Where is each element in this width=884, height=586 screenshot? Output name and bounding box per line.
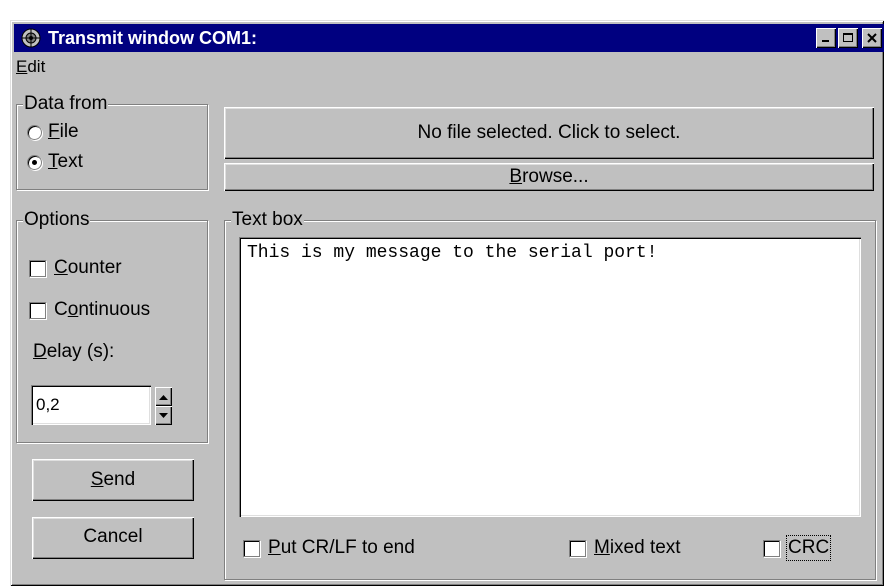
- title-bar[interactable]: Transmit window COM1:: [14, 24, 884, 52]
- mixed-text-checkbox-box: [569, 539, 586, 557]
- cancel-button[interactable]: Cancel: [32, 517, 194, 559]
- radio-file[interactable]: File: [27, 121, 79, 143]
- crc-checkbox[interactable]: CRC: [763, 535, 832, 561]
- browse-label: Browse...: [509, 166, 589, 187]
- counter-label: Counter: [54, 257, 122, 278]
- crc-checkbox-box: [763, 539, 780, 557]
- counter-checkbox[interactable]: Counter: [29, 257, 122, 279]
- counter-checkbox-box: [29, 259, 46, 277]
- close-icon: [867, 33, 877, 43]
- delay-value: 0,2: [36, 395, 60, 414]
- mixed-text-label: Mixed text: [594, 537, 681, 558]
- app-icon: [21, 28, 41, 48]
- crlf-label: Put CR/LF to end: [268, 537, 415, 558]
- menu-edit[interactable]: Edit: [16, 57, 45, 77]
- menu-edit-rest: dit: [27, 57, 46, 76]
- transmit-window: Transmit window COM1: Edit Data from Fil…: [10, 20, 884, 586]
- delay-input[interactable]: 0,2: [31, 385, 151, 425]
- delay-spin-up[interactable]: [155, 387, 172, 406]
- maximize-button[interactable]: [838, 28, 858, 48]
- mixed-text-checkbox[interactable]: Mixed text: [569, 537, 681, 559]
- message-text: This is my message to the serial port!: [247, 243, 658, 263]
- crlf-checkbox[interactable]: Put CR/LF to end: [243, 537, 415, 559]
- delay-spin-down[interactable]: [155, 406, 172, 425]
- textbox-legend: Text box: [231, 209, 304, 230]
- crc-label: CRC: [785, 535, 832, 561]
- chevron-down-icon: [159, 412, 168, 418]
- radio-text-label: Text: [48, 151, 83, 172]
- chevron-up-icon: [159, 394, 168, 400]
- close-button[interactable]: [862, 28, 882, 48]
- crlf-checkbox-box: [243, 539, 260, 557]
- radio-text-indicator: [27, 154, 42, 170]
- radio-file-indicator: [27, 124, 42, 140]
- continuous-label: Continuous: [54, 299, 151, 320]
- file-select-area[interactable]: No file selected. Click to select.: [224, 107, 874, 159]
- options-legend: Options: [23, 209, 91, 230]
- options-group: Options Counter Continuous Delay (s): 0,…: [16, 210, 208, 443]
- data-from-group: Data from File Text: [16, 94, 208, 190]
- radio-text[interactable]: Text: [27, 151, 83, 173]
- window-title: Transmit window COM1:: [48, 28, 258, 48]
- textbox-group: Text box This is my message to the seria…: [224, 210, 876, 580]
- file-status-text: No file selected. Click to select.: [417, 122, 681, 143]
- send-label: Send: [90, 469, 136, 490]
- minimize-icon: [822, 40, 829, 42]
- menu-bar: Edit: [14, 54, 880, 80]
- browse-button[interactable]: Browse...: [224, 163, 874, 191]
- delay-label: Delay (s):: [33, 341, 115, 362]
- minimize-button[interactable]: [816, 28, 836, 48]
- radio-file-label: File: [48, 121, 79, 142]
- data-from-legend: Data from: [23, 93, 109, 114]
- maximize-icon: [843, 33, 853, 42]
- message-textarea[interactable]: This is my message to the serial port!: [239, 237, 861, 517]
- continuous-checkbox[interactable]: Continuous: [29, 299, 150, 321]
- continuous-checkbox-box: [29, 301, 46, 319]
- send-button[interactable]: Send: [32, 459, 194, 501]
- cancel-label: Cancel: [83, 526, 143, 547]
